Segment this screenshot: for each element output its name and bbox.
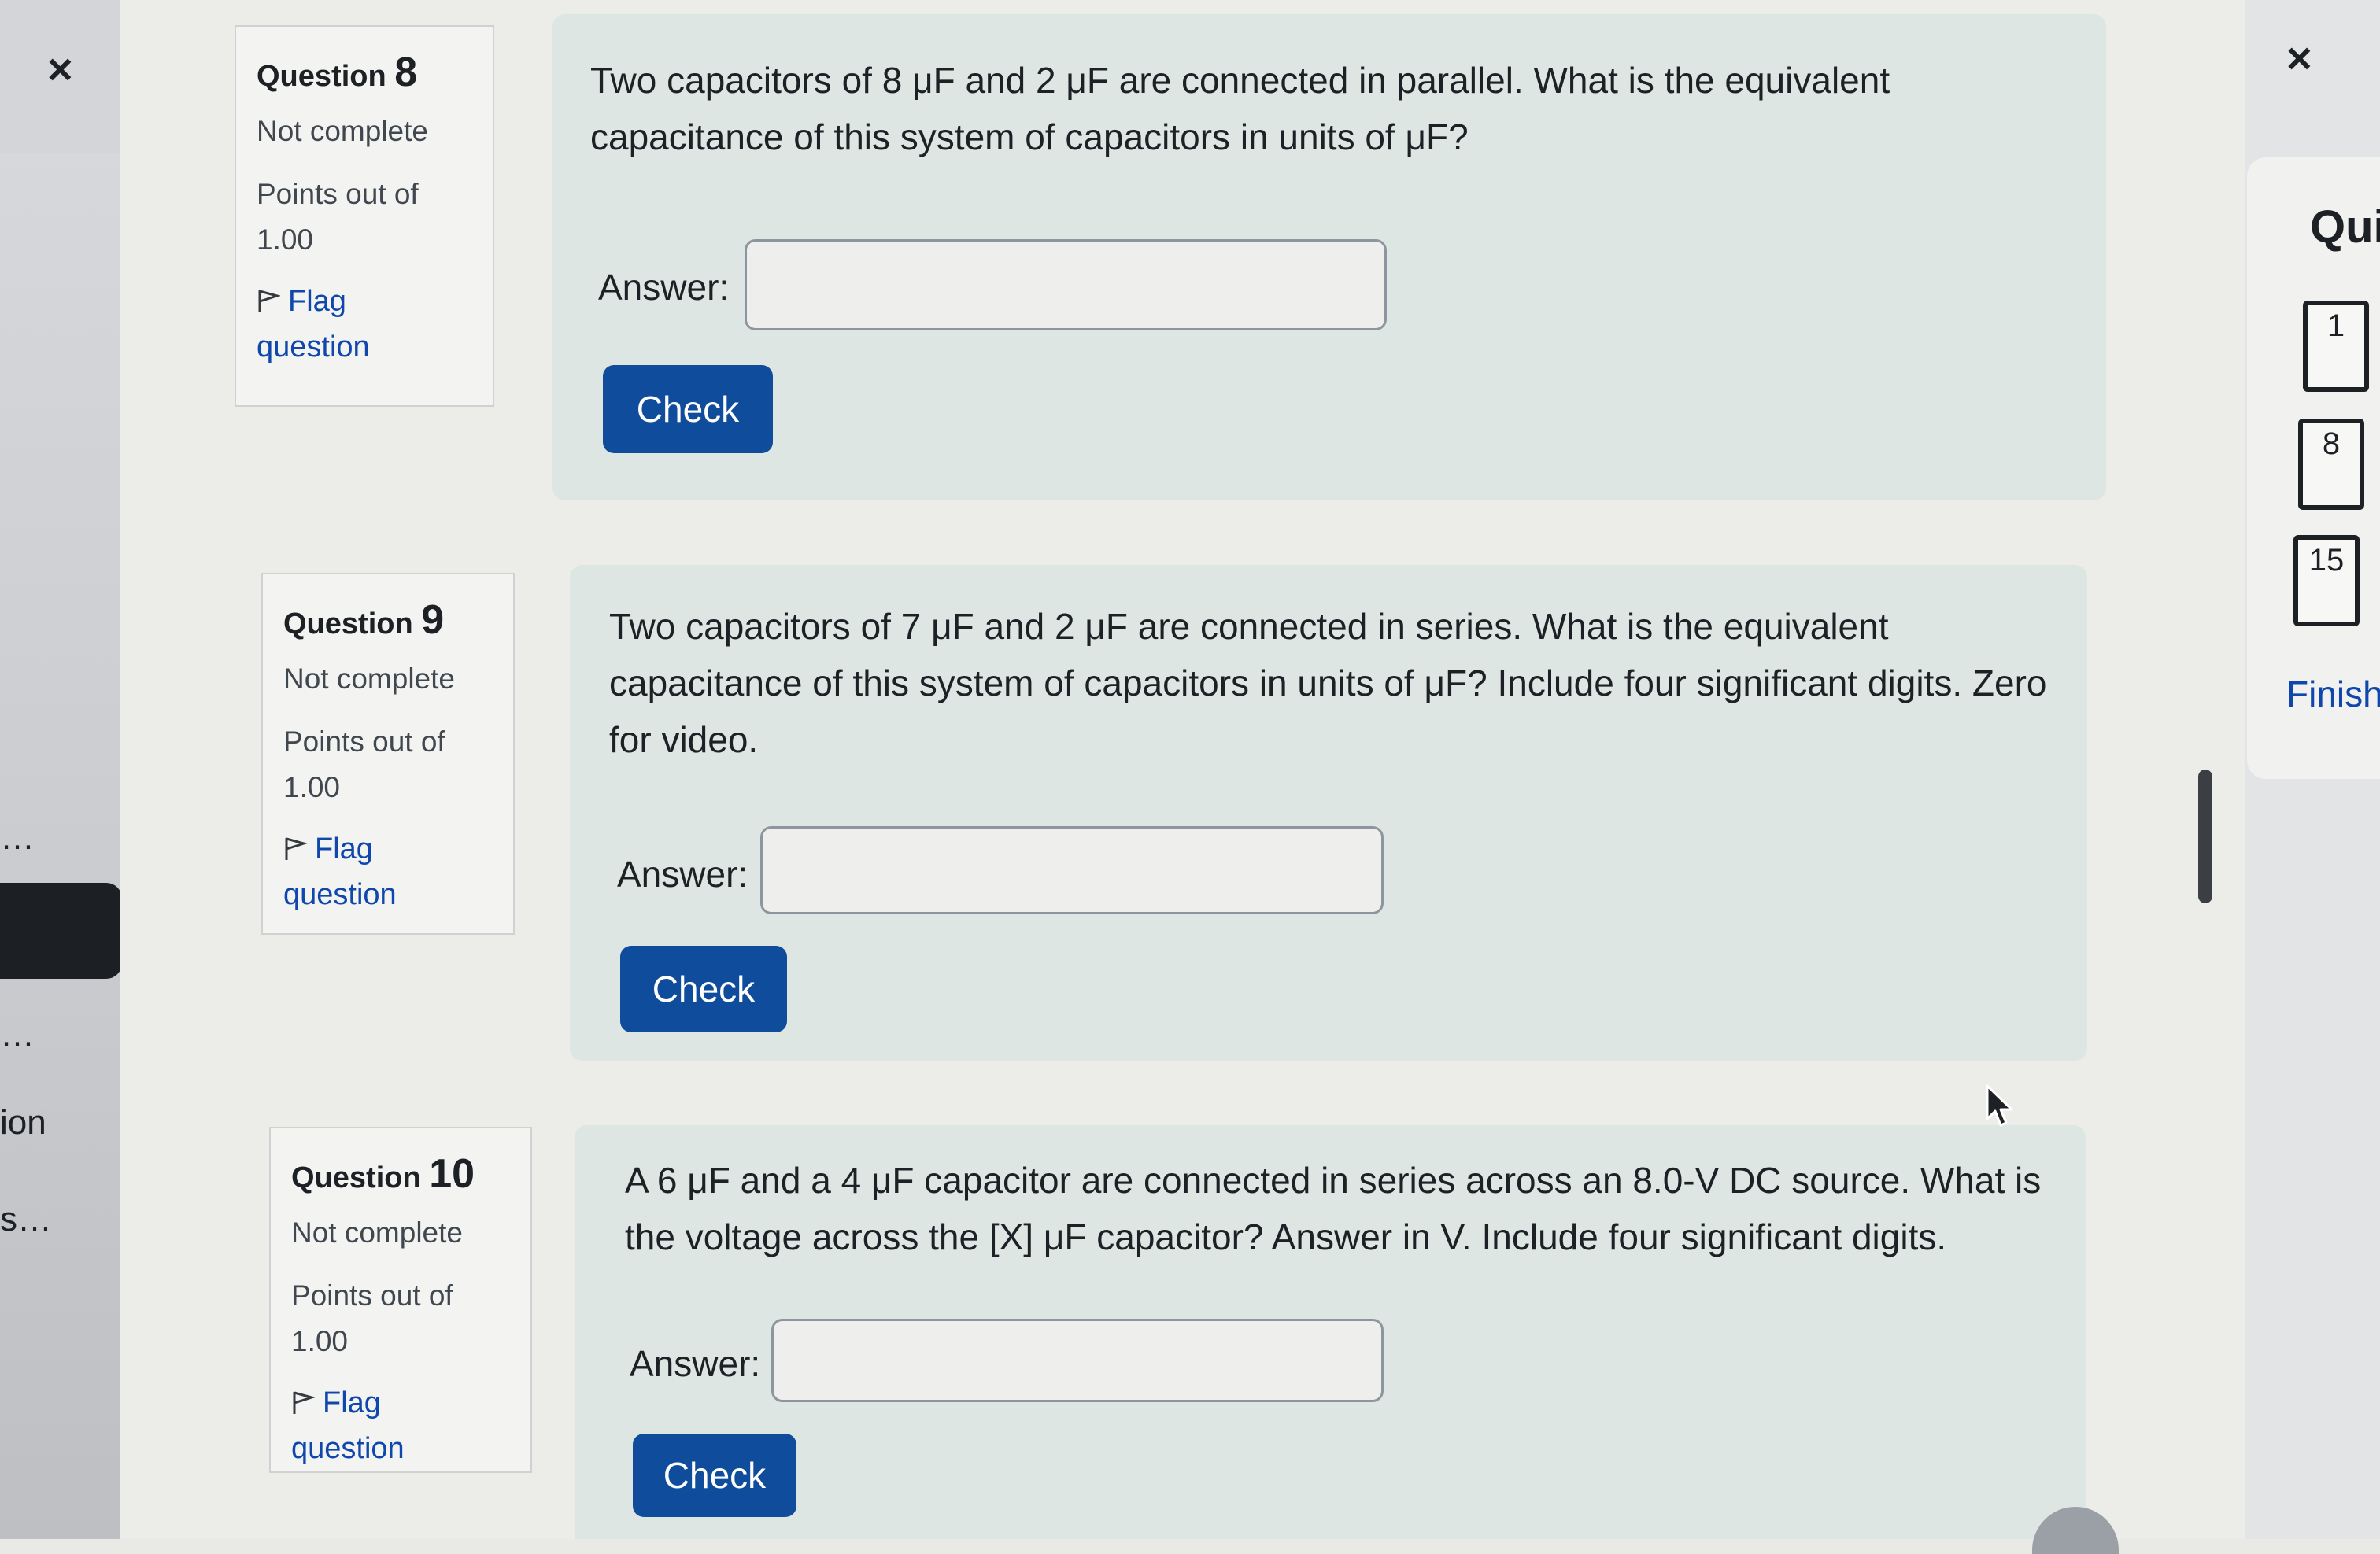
flag-icon [293,1391,315,1414]
drawer-item-truncated-2[interactable]: … [0,1015,35,1054]
drawer-item-truncated-1[interactable]: … [0,818,35,858]
question-9-flag-link[interactable]: Flag question [283,826,456,917]
drawer-item-truncated-3[interactable]: ion [0,1103,46,1142]
question-8-answer-input[interactable] [745,239,1387,330]
question-9-text: Two capacitors of 7 μF and 2 μF are conn… [609,606,2047,760]
drawer-item-truncated-4[interactable]: s… [0,1200,52,1239]
question-10-flag-link[interactable]: Flag question [291,1380,464,1471]
question-10-state: Not complete [291,1216,463,1249]
quiz-nav-button-15[interactable]: 15 [2293,535,2360,626]
question-10-text: A 6 μF and a 4 μF capacitor are connecte… [625,1160,2042,1257]
question-10-info: Question 10 Not complete Points out of 1… [269,1127,532,1473]
close-navigation-icon[interactable]: × [2286,36,2312,80]
question-8-text: Two capacitors of 8 μF and 2 μF are conn… [590,60,1890,157]
question-10-answer-input[interactable] [771,1319,1384,1402]
flag-icon [285,837,307,860]
question-8-info: Question 8 Not complete Points out of 1.… [235,25,494,407]
question-10-points: Points out of 1.00 [291,1279,453,1357]
question-8-title: Question 8 [257,50,418,95]
question-8-flag-link[interactable]: Flag question [257,279,430,370]
quiz-nav-button-8[interactable]: 8 [2298,419,2364,510]
question-10-answer-label: Answer: [630,1343,761,1384]
question-9-check-button[interactable]: Check [620,946,787,1032]
drawer-item-active[interactable] [0,883,122,979]
quiz-navigation-title: Qui [2310,201,2380,253]
flag-icon [258,290,280,312]
question-8-state: Not complete [257,115,428,147]
question-8-check-button[interactable]: Check [603,365,773,453]
question-9-title: Question 9 [283,597,445,643]
mouse-cursor-icon [1986,1084,2013,1127]
question-9-info: Question 9 Not complete Points out of 1.… [261,573,515,935]
question-9-answer-input[interactable] [760,826,1384,914]
page-scrollbar[interactable] [2198,770,2212,903]
close-drawer-icon[interactable]: × [47,47,73,91]
finish-attempt-link[interactable]: Finish [2286,673,2380,715]
question-9-points: Points out of 1.00 [283,725,445,803]
question-10-check-button[interactable]: Check [633,1434,796,1517]
quiz-nav-button-1[interactable]: 1 [2303,301,2369,392]
question-8-answer-label: Answer: [598,267,730,308]
question-8-points: Points out of 1.00 [257,178,419,256]
question-9-state: Not complete [283,663,455,695]
question-9-answer-label: Answer: [617,854,748,895]
question-10-title: Question 10 [291,1151,475,1197]
